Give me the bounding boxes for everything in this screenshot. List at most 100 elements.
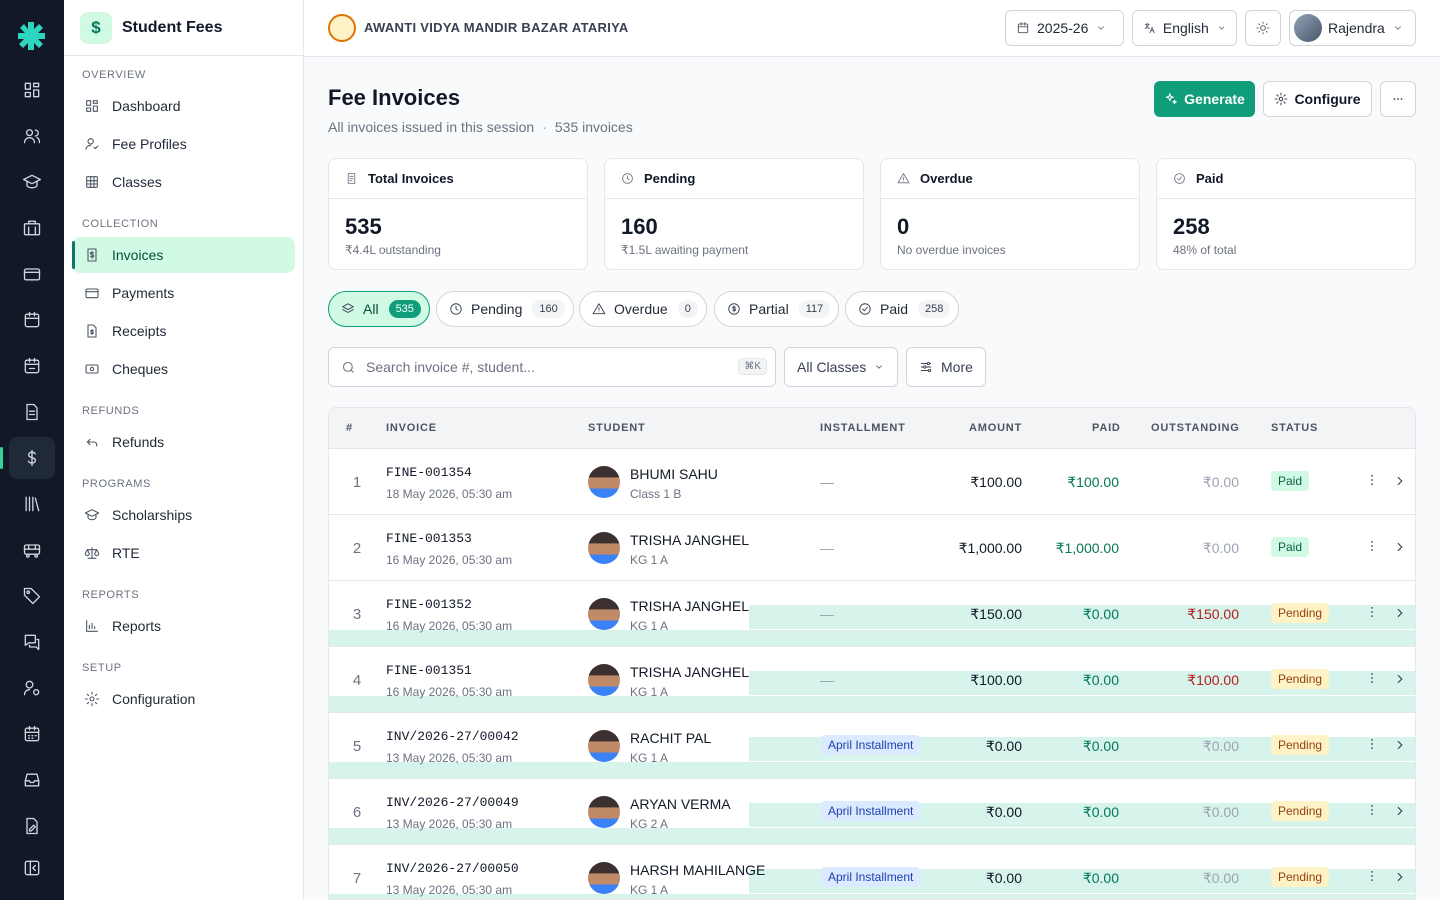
credit-card-icon[interactable] <box>9 253 55 295</box>
student-name[interactable]: RACHIT PAL <box>630 730 711 746</box>
table-row[interactable]: 7 INV/2026-27/00050 13 May 2026, 05:30 am H… <box>329 845 1415 899</box>
table-row[interactable]: 6 INV/2026-27/00049 13 May 2026, 05:30 am A… <box>329 779 1415 845</box>
tag-icon[interactable] <box>9 575 55 617</box>
student-name[interactable]: HARSH MAHILANGE <box>630 862 765 878</box>
status-badge: Pending <box>1271 735 1330 755</box>
sidebar-item-label: Dashboard <box>112 98 181 114</box>
sidebar-item-payments[interactable]: Payments <box>72 275 295 311</box>
invoice-number[interactable]: INV/2026-27/00050 <box>386 861 519 876</box>
sidebar-item-invoices[interactable]: Invoices <box>72 237 295 273</box>
student-name[interactable]: ARYAN VERMA <box>630 796 731 812</box>
class-filter-select[interactable]: All Classes <box>784 347 898 387</box>
dollar-icon[interactable] <box>0 437 55 479</box>
collapse-icon[interactable] <box>9 847 55 889</box>
row-menu-icon[interactable] <box>1365 737 1379 755</box>
sidebar-item-label: Configuration <box>112 691 196 707</box>
library-icon[interactable] <box>9 483 55 525</box>
file-text-icon[interactable] <box>9 391 55 433</box>
filter-chip-partial[interactable]: Partial 117 <box>714 291 840 327</box>
row-menu-icon[interactable] <box>1365 803 1379 821</box>
calendar-check-icon[interactable] <box>9 345 55 387</box>
student-class: Class 1 B <box>630 487 682 501</box>
column-header-paid[interactable]: PAID <box>1092 422 1121 434</box>
invoice-number[interactable]: FINE-001353 <box>386 531 472 546</box>
theme-toggle[interactable] <box>1245 10 1281 46</box>
filter-chip-paid[interactable]: Paid 258 <box>845 291 960 327</box>
chevron-right-icon[interactable] <box>1393 606 1407 620</box>
column-header-amount[interactable]: AMOUNT <box>969 422 1022 434</box>
language-selector[interactable]: English <box>1132 10 1237 46</box>
table-row[interactable]: 3 FINE-001352 16 May 2026, 05:30 am TRISHA … <box>329 581 1415 647</box>
column-header-outstanding[interactable]: OUTSTANDING <box>1151 422 1240 434</box>
calendar-icon[interactable] <box>9 299 55 341</box>
search-input[interactable] <box>366 359 726 375</box>
filter-chip-all[interactable]: All 535 <box>328 291 430 327</box>
invoice-number[interactable]: FINE-001354 <box>386 465 472 480</box>
generate-button[interactable]: Generate <box>1154 81 1255 117</box>
sidebar-item-reports[interactable]: Reports <box>72 608 295 644</box>
users-icon[interactable] <box>9 115 55 157</box>
filter-chip-pending[interactable]: Pending 160 <box>436 291 574 327</box>
building-icon[interactable] <box>9 207 55 249</box>
more-filters-button[interactable]: More <box>906 347 986 387</box>
student-name[interactable]: TRISHA JANGHEL <box>630 598 749 614</box>
dashboard-icon[interactable] <box>9 69 55 111</box>
calendar-grid-icon[interactable] <box>9 713 55 755</box>
student-name[interactable]: BHUMI SAHU <box>630 466 718 482</box>
sidebar-item-classes[interactable]: Classes <box>72 164 295 200</box>
stat-value: 160 <box>621 214 658 239</box>
chevron-right-icon[interactable] <box>1393 474 1407 488</box>
session-selector[interactable]: 2025-26 <box>1005 10 1124 46</box>
sidebar-item-configuration[interactable]: Configuration <box>72 681 295 717</box>
invoice-number[interactable]: FINE-001351 <box>386 663 472 678</box>
configure-button[interactable]: Configure <box>1263 81 1372 117</box>
file-edit-icon[interactable] <box>9 805 55 847</box>
messages-icon[interactable] <box>9 621 55 663</box>
column-header-installment[interactable]: INSTALLMENT <box>820 422 906 434</box>
chevron-right-icon[interactable] <box>1393 540 1407 554</box>
table-row[interactable]: 2 FINE-001353 16 May 2026, 05:30 am TRISHA … <box>329 515 1415 581</box>
inbox-icon[interactable] <box>9 759 55 801</box>
invoice-number[interactable]: INV/2026-27/00042 <box>386 729 519 744</box>
column-header-invoice[interactable]: INVOICE <box>386 422 437 434</box>
user-cog-icon[interactable] <box>9 667 55 709</box>
column-header-status[interactable]: STATUS <box>1271 422 1318 434</box>
table-row[interactable]: 5 INV/2026-27/00042 13 May 2026, 05:30 am R… <box>329 713 1415 779</box>
chevron-right-icon[interactable] <box>1393 804 1407 818</box>
stat-label: Pending <box>644 171 696 186</box>
paid-value: ₹100.00 <box>1067 474 1119 490</box>
invoice-number[interactable]: FINE-001352 <box>386 597 472 612</box>
status-badge: Pending <box>1271 867 1330 887</box>
row-menu-icon[interactable] <box>1365 605 1379 623</box>
row-menu-icon[interactable] <box>1365 671 1379 689</box>
chevron-right-icon[interactable] <box>1393 672 1407 686</box>
more-actions-button[interactable] <box>1380 81 1416 117</box>
sidebar-item-scholarships[interactable]: Scholarships <box>72 497 295 533</box>
sidebar-item-cheques[interactable]: Cheques <box>72 351 295 387</box>
graduation-cap-icon[interactable] <box>9 161 55 203</box>
bus-icon[interactable] <box>9 529 55 571</box>
row-menu-icon[interactable] <box>1365 869 1379 887</box>
filter-chip-overdue[interactable]: Overdue 0 <box>579 291 707 327</box>
gear-icon <box>1275 92 1288 106</box>
row-menu-icon[interactable] <box>1365 473 1379 491</box>
user-menu[interactable]: Rajendra <box>1289 10 1416 46</box>
sidebar-item-dashboard[interactable]: Dashboard <box>72 88 295 124</box>
table-row[interactable]: 4 FINE-001351 16 May 2026, 05:30 am TRISHA … <box>329 647 1415 713</box>
bar-chart-icon <box>86 620 98 632</box>
chevron-right-icon[interactable] <box>1393 870 1407 884</box>
student-name[interactable]: TRISHA JANGHEL <box>630 532 749 548</box>
row-menu-icon[interactable] <box>1365 539 1379 557</box>
sidebar-item-fee-profiles[interactable]: Fee Profiles <box>72 126 295 162</box>
sidebar-item-refunds[interactable]: Refunds <box>72 424 295 460</box>
status-badge: Paid <box>1271 537 1310 557</box>
invoice-number[interactable]: INV/2026-27/00049 <box>386 795 519 810</box>
app-logo-icon[interactable] <box>16 20 46 50</box>
chevron-right-icon[interactable] <box>1393 738 1407 752</box>
row-number: 7 <box>352 870 362 887</box>
sidebar-item-rte[interactable]: RTE <box>72 535 295 571</box>
column-header-student[interactable]: STUDENT <box>588 422 646 434</box>
sidebar-item-receipts[interactable]: Receipts <box>72 313 295 349</box>
student-name[interactable]: TRISHA JANGHEL <box>630 664 749 680</box>
table-row[interactable]: 1 FINE-001354 18 May 2026, 05:30 am BHUMI S… <box>329 449 1415 515</box>
